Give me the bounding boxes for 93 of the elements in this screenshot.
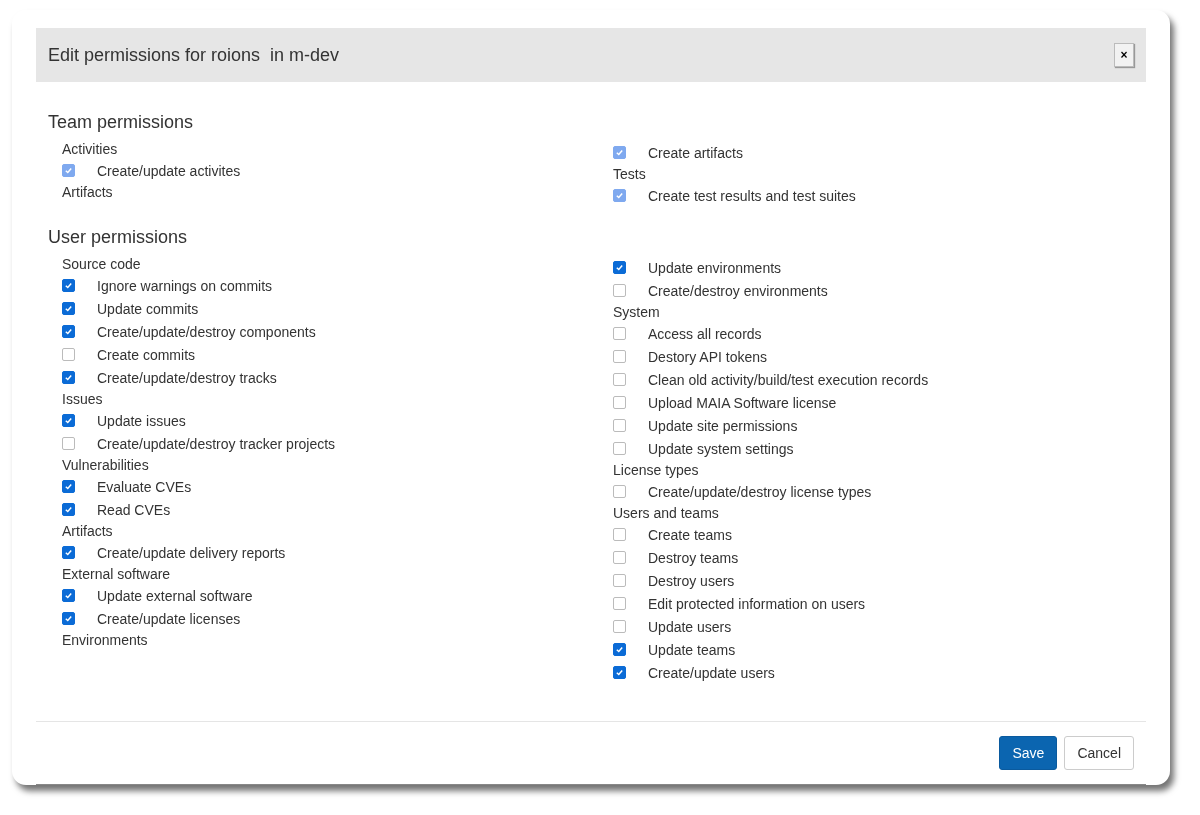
group-label: Vulnerabilities	[62, 456, 150, 475]
check-icon	[64, 548, 73, 557]
checkbox[interactable]	[613, 551, 626, 564]
permission-label: Update issues	[97, 412, 186, 429]
check-icon	[64, 166, 73, 175]
group-label: System	[613, 303, 661, 322]
group-label: Activities	[62, 140, 119, 159]
checkbox[interactable]	[613, 597, 626, 610]
permission-label: Create/destroy environments	[648, 282, 828, 299]
checkbox[interactable]	[62, 612, 75, 625]
checkbox[interactable]	[62, 279, 75, 292]
permission-label: Update commits	[97, 300, 199, 317]
permission-label: Ignore warnings on commits	[97, 277, 273, 294]
permission-label: Create/update/destroy tracks	[97, 369, 277, 386]
checkbox[interactable]	[613, 528, 626, 541]
section-heading: Team permissions	[48, 112, 195, 133]
checkbox[interactable]	[613, 261, 626, 274]
checkbox[interactable]	[62, 414, 75, 427]
permission-label: Update users	[648, 618, 732, 635]
checkbox[interactable]	[62, 546, 75, 559]
permission-label: Create teams	[648, 526, 733, 543]
group-label: Environments	[62, 631, 149, 650]
permission-label: Update environments	[648, 259, 782, 276]
checkbox[interactable]	[62, 302, 75, 315]
check-icon	[64, 482, 73, 491]
check-icon	[615, 668, 624, 677]
permission-label: Clean old activity/build/test execution records	[648, 371, 929, 388]
checkbox[interactable]	[613, 350, 626, 363]
checkbox[interactable]	[613, 620, 626, 633]
checkbox[interactable]	[613, 419, 626, 432]
permission-label: Create/update delivery reports	[97, 544, 286, 561]
permission-label: Create artifacts	[648, 144, 743, 161]
permission-label: Read CVEs	[97, 501, 171, 518]
check-icon	[64, 416, 73, 425]
permission-label: Destory API tokens	[648, 348, 768, 365]
save-button[interactable]: Save	[999, 736, 1058, 770]
checkbox[interactable]	[613, 396, 626, 409]
group-label: Source code	[62, 255, 142, 274]
checkbox[interactable]	[62, 480, 75, 493]
permission-label: Update external software	[97, 587, 253, 604]
permission-label: Create/update activites	[97, 162, 241, 179]
checkbox[interactable]	[613, 373, 626, 386]
checkbox[interactable]	[62, 503, 75, 516]
permission-label: Evaluate CVEs	[97, 478, 192, 495]
check-icon	[64, 591, 73, 600]
permission-label: Create test results and test suites	[648, 187, 856, 204]
checkbox[interactable]	[613, 327, 626, 340]
permission-label: Create/update/destroy tracker projects	[97, 435, 336, 452]
check-icon	[64, 304, 73, 313]
dialog-title: Edit permissions for roions in m-dev	[48, 44, 340, 66]
permission-label: Create/update users	[648, 664, 775, 681]
group-label: Users and teams	[613, 504, 720, 523]
checkbox[interactable]	[62, 325, 75, 338]
check-icon	[615, 191, 624, 200]
section-heading: User permissions	[48, 227, 189, 248]
permission-label: Create commits	[97, 346, 196, 363]
checkbox[interactable]	[613, 284, 626, 297]
checkbox[interactable]	[613, 643, 626, 656]
close-button[interactable]: ×	[1114, 43, 1134, 67]
check-icon	[64, 373, 73, 382]
checkbox[interactable]	[62, 437, 75, 450]
permission-label: Destroy teams	[648, 549, 739, 566]
checkbox[interactable]	[613, 574, 626, 587]
permission-label: Access all records	[648, 325, 762, 342]
checkbox[interactable]	[613, 485, 626, 498]
group-label: Issues	[62, 390, 104, 409]
check-icon	[64, 505, 73, 514]
check-icon	[615, 263, 624, 272]
checkbox[interactable]	[62, 589, 75, 602]
check-icon	[64, 614, 73, 623]
permission-label: Destroy users	[648, 572, 735, 589]
permission-label: Update system settings	[648, 440, 794, 457]
permission-label: Upload MAIA Software license	[648, 394, 837, 411]
group-label: Artifacts	[62, 522, 114, 541]
permission-label: Edit protected information on users	[648, 595, 866, 612]
check-icon	[615, 645, 624, 654]
permission-label: Create/update licenses	[97, 610, 241, 627]
check-icon	[615, 148, 624, 157]
permission-label: Create/update/destroy components	[97, 323, 316, 340]
check-icon	[64, 281, 73, 290]
check-icon	[64, 327, 73, 336]
group-label: Tests	[613, 165, 647, 184]
permission-label: Update teams	[648, 641, 736, 658]
group-label: Artifacts	[62, 183, 114, 202]
cancel-button[interactable]: Cancel	[1064, 736, 1134, 770]
checkbox[interactable]	[62, 348, 75, 361]
group-label: External software	[62, 565, 172, 584]
checkbox[interactable]	[613, 442, 626, 455]
permission-label: Update site permissions	[648, 417, 798, 434]
group-label: License types	[613, 461, 700, 480]
checkbox[interactable]	[62, 371, 75, 384]
permission-label: Create/update/destroy license types	[648, 483, 872, 500]
checkbox[interactable]	[613, 666, 626, 679]
